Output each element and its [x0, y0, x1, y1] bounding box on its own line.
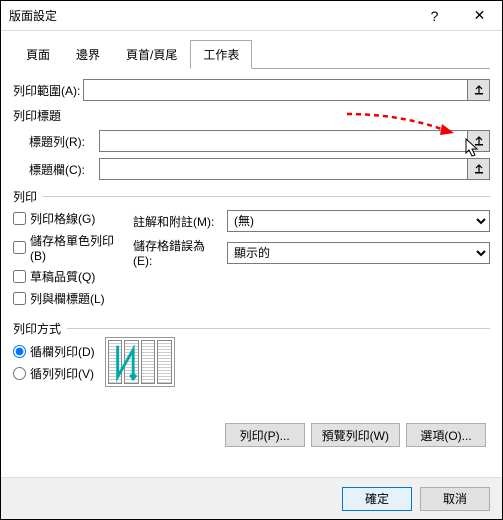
tab-margins[interactable]: 邊界 [63, 40, 113, 69]
bw-label: 儲存格單色列印(B) [30, 232, 123, 263]
errors-select[interactable]: 顯示的 [227, 242, 490, 264]
tab-headerfooter[interactable]: 頁首/頁尾 [113, 40, 190, 69]
close-button[interactable]: ✕ [457, 1, 502, 30]
draft-checkbox[interactable] [13, 270, 26, 283]
title-rows-ref-button[interactable] [468, 130, 490, 152]
draft-label: 草稿品質(Q) [30, 268, 95, 285]
title-rows-input[interactable] [99, 130, 468, 152]
gridlines-label: 列印格線(G) [30, 210, 95, 227]
tab-bar: 頁面 邊界 頁首/頁尾 工作表 [13, 39, 490, 69]
print-titles-header: 列印標題 [13, 107, 490, 124]
comments-label: 註解和附註(M): [133, 213, 219, 230]
rowcol-label: 列與欄標題(L) [30, 290, 105, 307]
options-button[interactable]: 選項(O)... [406, 423, 486, 447]
bw-checkbox[interactable] [13, 241, 26, 254]
gridlines-checkbox[interactable] [13, 212, 26, 225]
tab-sheet[interactable]: 工作表 [190, 40, 252, 69]
title-cols-ref-button[interactable] [468, 158, 490, 180]
rowcol-checkbox[interactable] [13, 292, 26, 305]
print-area-input[interactable] [83, 79, 468, 101]
errors-label: 儲存格錯誤為(E): [133, 237, 219, 268]
print-button[interactable]: 列印(P)... [225, 423, 305, 447]
ok-button[interactable]: 確定 [342, 487, 412, 511]
cancel-button[interactable]: 取消 [420, 487, 490, 511]
title-cols-label: 標題欄(C): [29, 161, 99, 178]
print-area-ref-button[interactable] [468, 79, 490, 101]
title-cols-input[interactable] [99, 158, 468, 180]
print-section-legend: 列印 [13, 188, 43, 205]
preview-button[interactable]: 預覽列印(W) [311, 423, 400, 447]
over-down-label: 循列列印(V) [30, 365, 94, 382]
order-section-legend: 列印方式 [13, 320, 67, 337]
down-over-radio[interactable] [13, 345, 26, 358]
down-over-label: 循欄列印(D) [30, 343, 95, 360]
over-down-radio[interactable] [13, 367, 26, 380]
titlebar: 版面設定 ? ✕ [1, 1, 502, 31]
window-title: 版面設定 [9, 7, 412, 24]
comments-select[interactable]: (無) [227, 210, 490, 232]
page-order-icon [105, 337, 175, 387]
dialog-footer: 確定 取消 [1, 477, 502, 519]
help-button[interactable]: ? [412, 1, 457, 30]
tab-page[interactable]: 頁面 [13, 40, 63, 69]
print-area-label: 列印範圍(A): [13, 82, 83, 99]
title-rows-label: 標題列(R): [29, 133, 99, 150]
